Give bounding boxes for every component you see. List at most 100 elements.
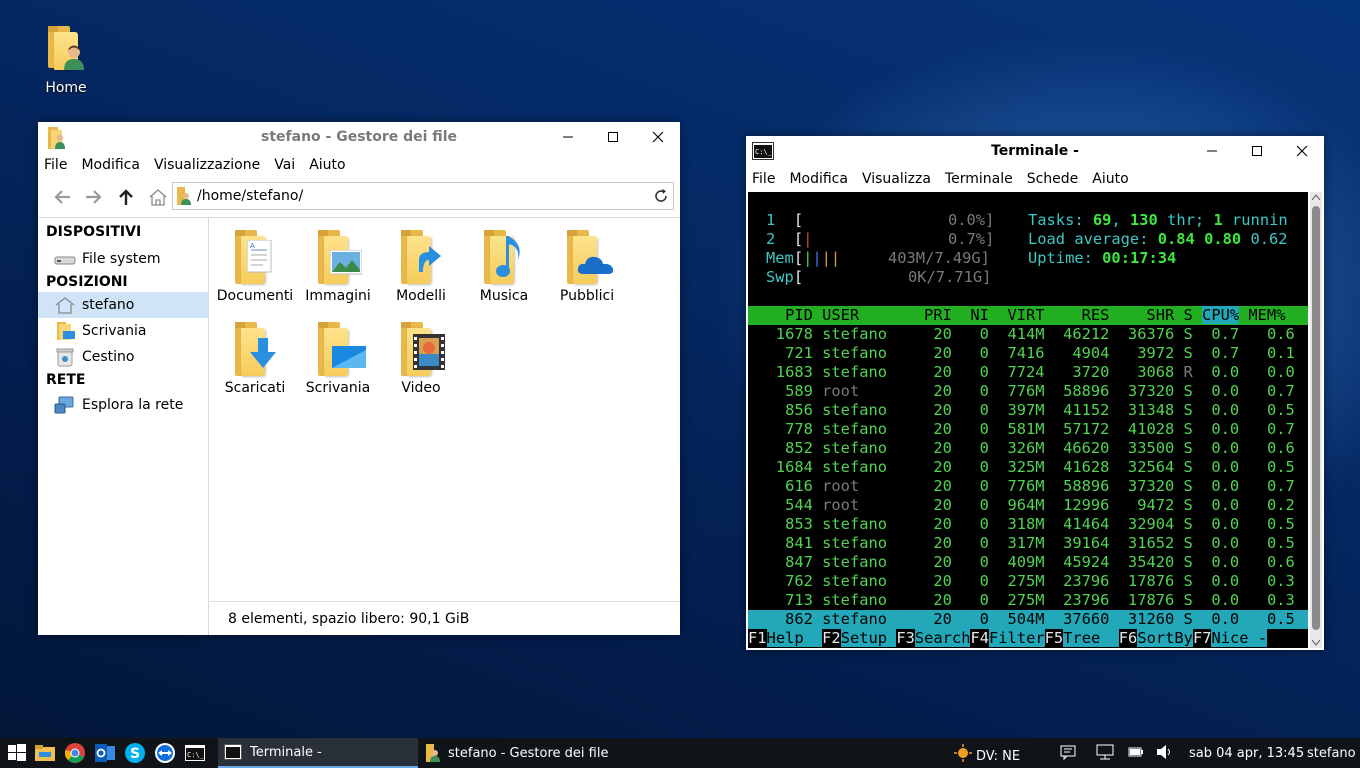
process-row[interactable]: 1683 stefano 20 0 7724 3720 3068 R 0.0 0… <box>748 363 1308 382</box>
process-row[interactable]: 856 stefano 20 0 397M 41152 31348 S 0.0 … <box>748 401 1308 420</box>
chrome-icon[interactable] <box>64 742 86 764</box>
process-row[interactable]: 713 stefano 20 0 275M 23796 17876 S 0.0 … <box>748 591 1308 610</box>
folder-pubblici[interactable]: Pubblici <box>544 230 630 304</box>
header-cpu-sorted[interactable]: CPU% <box>1202 306 1240 324</box>
reload-icon[interactable] <box>653 188 669 204</box>
process-row[interactable]: 1678 stefano 20 0 414M 46212 36376 S 0.7… <box>748 325 1308 344</box>
fkey-f5[interactable]: F5 <box>1045 629 1064 647</box>
fkey-f3[interactable]: F3 <box>896 629 915 647</box>
sidebar-item-esplora-rete[interactable]: Esplora la rete <box>38 392 208 418</box>
process-row[interactable]: 616 root 20 0 776M 58896 37320 S 0.0 0.7 <box>748 477 1308 496</box>
folder-musica[interactable]: Musica <box>461 230 547 304</box>
fkey-f1[interactable]: F1 <box>748 629 767 647</box>
fkey-label[interactable]: Filter <box>989 629 1045 647</box>
sidebar-item-label: File system <box>82 251 161 267</box>
weather-widget[interactable]: DV: NE <box>954 738 1020 768</box>
sidebar-item-stefano[interactable]: stefano <box>38 292 208 318</box>
close-button[interactable] <box>635 122 680 152</box>
outlook-icon[interactable] <box>94 742 116 764</box>
location-bar[interactable]: /home/stefano/ <box>172 182 674 210</box>
taskbar-task-file-manager[interactable]: stefano - Gestore dei file <box>420 738 616 768</box>
process-row[interactable]: 544 root 20 0 964M 12996 9472 S 0.0 0.2 <box>748 496 1308 515</box>
menu-vai[interactable]: Vai <box>274 157 295 173</box>
process-row[interactable]: 847 stefano 20 0 409M 45924 35420 S 0.0 … <box>748 553 1308 572</box>
taskbar-task-terminal[interactable]: Terminale - <box>218 738 418 768</box>
menu-schede[interactable]: Schede <box>1027 171 1079 187</box>
process-row[interactable]: 1684 stefano 20 0 325M 41628 32564 S 0.0… <box>748 458 1308 477</box>
fkey-f6[interactable]: F6 <box>1119 629 1138 647</box>
up-button[interactable] <box>110 182 142 212</box>
back-button[interactable] <box>46 182 78 212</box>
menu-terminale[interactable]: Terminale <box>945 171 1013 187</box>
fkey-label[interactable]: SortBy <box>1137 629 1193 647</box>
pid-cell: 856 <box>748 401 823 419</box>
music-folder-icon <box>482 230 526 284</box>
menu-aiuto[interactable]: Aiuto <box>1092 171 1128 187</box>
start-menu-icon[interactable] <box>6 742 28 764</box>
process-row[interactable]: 721 stefano 20 0 7416 4904 3972 S 0.7 0.… <box>748 344 1308 363</box>
usage-cell: 0.0 0.7 <box>1202 420 1295 438</box>
close-button[interactable] <box>1279 136 1324 166</box>
volume-icon[interactable] <box>1156 744 1178 766</box>
sidebar-item-filesystem[interactable]: File system <box>38 246 208 272</box>
fm-titlebar[interactable]: stefano - Gestore dei file <box>38 122 680 152</box>
fkey-f7[interactable]: F7 <box>1193 629 1212 647</box>
process-row[interactable]: 589 root 20 0 776M 58896 37320 S 0.0 0.7 <box>748 382 1308 401</box>
fkey-label[interactable]: Search <box>914 629 971 647</box>
folder-immagini[interactable]: Immagini <box>295 230 381 304</box>
fkey-label[interactable]: Nice - <box>1211 629 1268 647</box>
forward-button[interactable] <box>78 182 110 212</box>
minimize-button[interactable] <box>1189 136 1234 166</box>
terminal-scrollbar[interactable] <box>1310 192 1322 648</box>
menu-file[interactable]: File <box>752 171 775 187</box>
skype-icon[interactable]: S <box>124 742 146 764</box>
current-user[interactable]: stefano <box>1307 738 1356 768</box>
desktop-home-label: Home <box>45 80 87 96</box>
process-row[interactable]: 841 stefano 20 0 317M 39164 31652 S 0.0 … <box>748 534 1308 553</box>
state-cell: S <box>1183 382 1203 400</box>
desktop-home-icon[interactable]: Home <box>36 22 96 96</box>
terminal-screen[interactable]: 1 [ 0.0%] 2 [| 0.7%] Mem[|||| 403M/7.49G… <box>748 192 1308 648</box>
folder-documenti[interactable]: A Documenti <box>212 230 298 304</box>
notification-icon[interactable] <box>1060 744 1082 766</box>
process-row[interactable]: 862 stefano 20 0 504M 37660 31260 S 0.0 … <box>748 610 1308 629</box>
menu-visualizza[interactable]: Visualizza <box>862 171 931 187</box>
menu-visualizzazione[interactable]: Visualizzazione <box>154 157 260 173</box>
state-cell: S <box>1183 515 1203 533</box>
term-titlebar[interactable]: C:\_ Terminale - <box>746 136 1324 166</box>
folder-video[interactable]: Video <box>378 322 464 396</box>
menu-file[interactable]: File <box>44 157 67 173</box>
folder-modelli[interactable]: Modelli <box>378 230 464 304</box>
sidebar-item-label: Esplora la rete <box>82 397 184 413</box>
fkey-label[interactable]: Help <box>766 629 823 647</box>
state-cell: R <box>1183 363 1203 381</box>
file-manager-launcher-icon[interactable] <box>34 742 56 764</box>
menu-modifica[interactable]: Modifica <box>81 157 140 173</box>
fkey-label[interactable]: Setup <box>840 629 897 647</box>
process-row[interactable]: 852 stefano 20 0 326M 46620 33500 S 0.0 … <box>748 439 1308 458</box>
folder-scrivania[interactable]: Scrivania <box>295 322 381 396</box>
home-button[interactable] <box>142 182 174 212</box>
clock[interactable]: sab 04 apr, 13:45 <box>1189 738 1304 768</box>
fkey-label[interactable]: Tree <box>1063 629 1119 647</box>
maximize-button[interactable] <box>590 122 635 152</box>
fkey-f2[interactable]: F2 <box>822 629 841 647</box>
sidebar-item-scrivania[interactable]: Scrivania <box>38 318 208 344</box>
folder-scaricati[interactable]: Scaricati <box>212 322 298 396</box>
maximize-button[interactable] <box>1234 136 1279 166</box>
minimize-button[interactable] <box>545 122 590 152</box>
swp-value: 0K/7.71G] <box>908 268 992 286</box>
teamviewer-icon[interactable] <box>154 742 176 764</box>
battery-icon[interactable] <box>1128 745 1150 767</box>
process-row[interactable]: 778 stefano 20 0 581M 57172 41028 S 0.0 … <box>748 420 1308 439</box>
scrollbar-thumb[interactable] <box>1312 206 1320 630</box>
fkey-f4[interactable]: F4 <box>970 629 989 647</box>
menu-modifica[interactable]: Modifica <box>789 171 848 187</box>
terminal-launcher-icon[interactable]: C:\_ <box>184 742 206 764</box>
menu-aiuto[interactable]: Aiuto <box>309 157 345 173</box>
sidebar-item-cestino[interactable]: Cestino <box>38 344 208 370</box>
process-table-header[interactable]: PID USER PRI NI VIRT RES SHR S CPU% MEM% <box>748 306 1308 325</box>
process-row[interactable]: 853 stefano 20 0 318M 41464 32904 S 0.0 … <box>748 515 1308 534</box>
process-row[interactable]: 762 stefano 20 0 275M 23796 17876 S 0.0 … <box>748 572 1308 591</box>
network-tray-icon[interactable] <box>1096 743 1118 765</box>
